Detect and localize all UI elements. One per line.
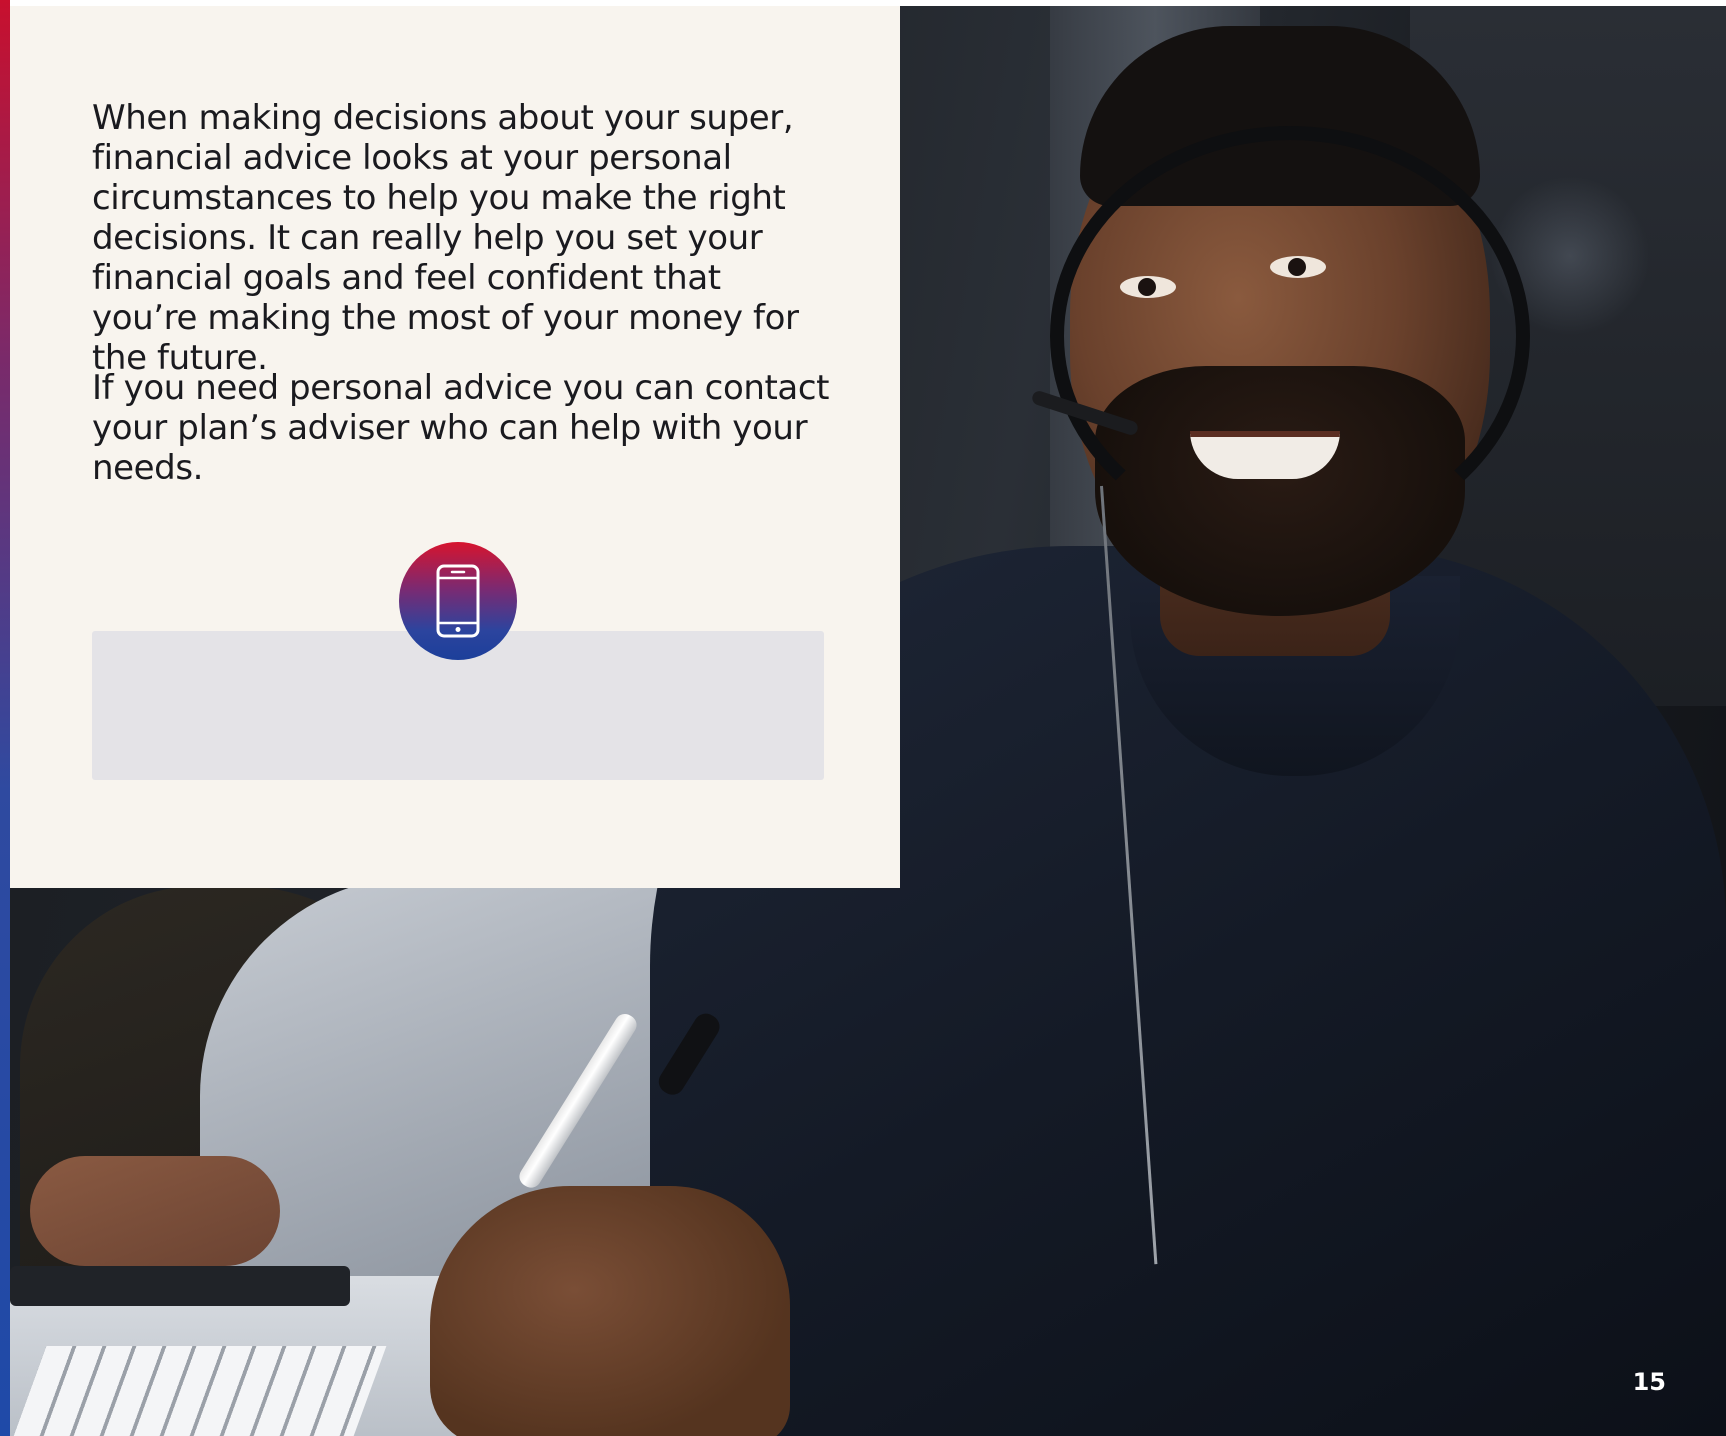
- paragraph-financial-advice: When making decisions about your super, …: [92, 98, 799, 378]
- mobile-phone-icon: [436, 564, 480, 638]
- text-panel: When making decisions about your super, …: [10, 6, 900, 888]
- tablet-device: [10, 1266, 350, 1306]
- keyboard: [10, 1346, 387, 1436]
- left-accent-bar: [0, 0, 10, 1436]
- phone-badge: [399, 542, 517, 660]
- paragraph-personal-advice: If you need personal advice you can cont…: [92, 368, 830, 488]
- coworker-hand: [30, 1156, 280, 1266]
- page-number: 15: [1632, 1368, 1666, 1396]
- agent-writing-hand: [430, 1186, 790, 1436]
- document-page: When making decisions about your super, …: [0, 0, 1726, 1436]
- headset-band: [1050, 126, 1530, 546]
